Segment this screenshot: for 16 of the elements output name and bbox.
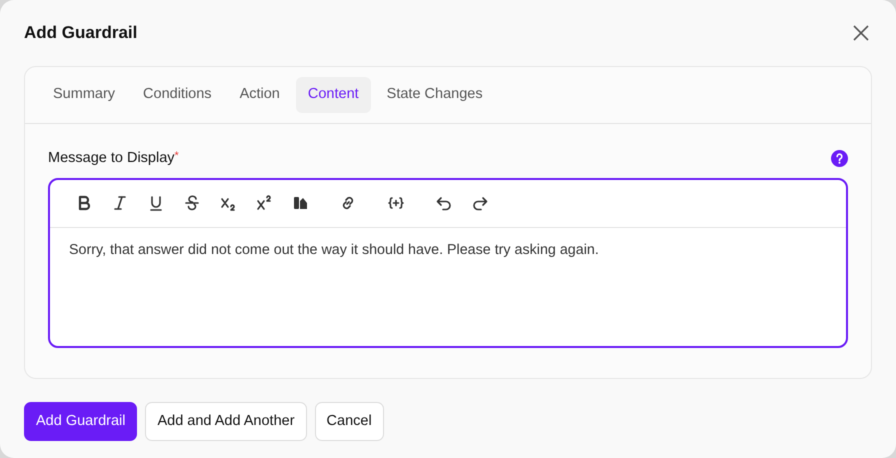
message-text-area[interactable]: Sorry, that answer did not come out the way it should have. Please try asking again. xyxy=(50,228,846,338)
tab[interactable]: Conditions xyxy=(131,77,224,113)
tab[interactable]: State Changes xyxy=(374,77,495,113)
tab[interactable]: Action xyxy=(228,77,292,113)
tab[interactable]: Summary xyxy=(41,77,128,113)
close-icon xyxy=(852,24,870,42)
superscript-icon xyxy=(254,193,274,213)
dialog-title: Add Guardrail xyxy=(24,22,138,44)
required-mark: * xyxy=(174,148,179,164)
dialog-button[interactable]: Add and Add Another xyxy=(145,402,307,442)
field-label: Message to Display xyxy=(48,148,175,168)
help-icon[interactable] xyxy=(831,150,848,168)
add-guardrail-button[interactable]: Add Guardrail xyxy=(24,402,138,442)
dialog-button[interactable]: Cancel xyxy=(314,402,384,442)
tab[interactable]: Content xyxy=(296,77,371,113)
rich-text-editor[interactable]: Sorry, that answer did not come out the way it should have. Please try asking again. xyxy=(48,178,848,348)
